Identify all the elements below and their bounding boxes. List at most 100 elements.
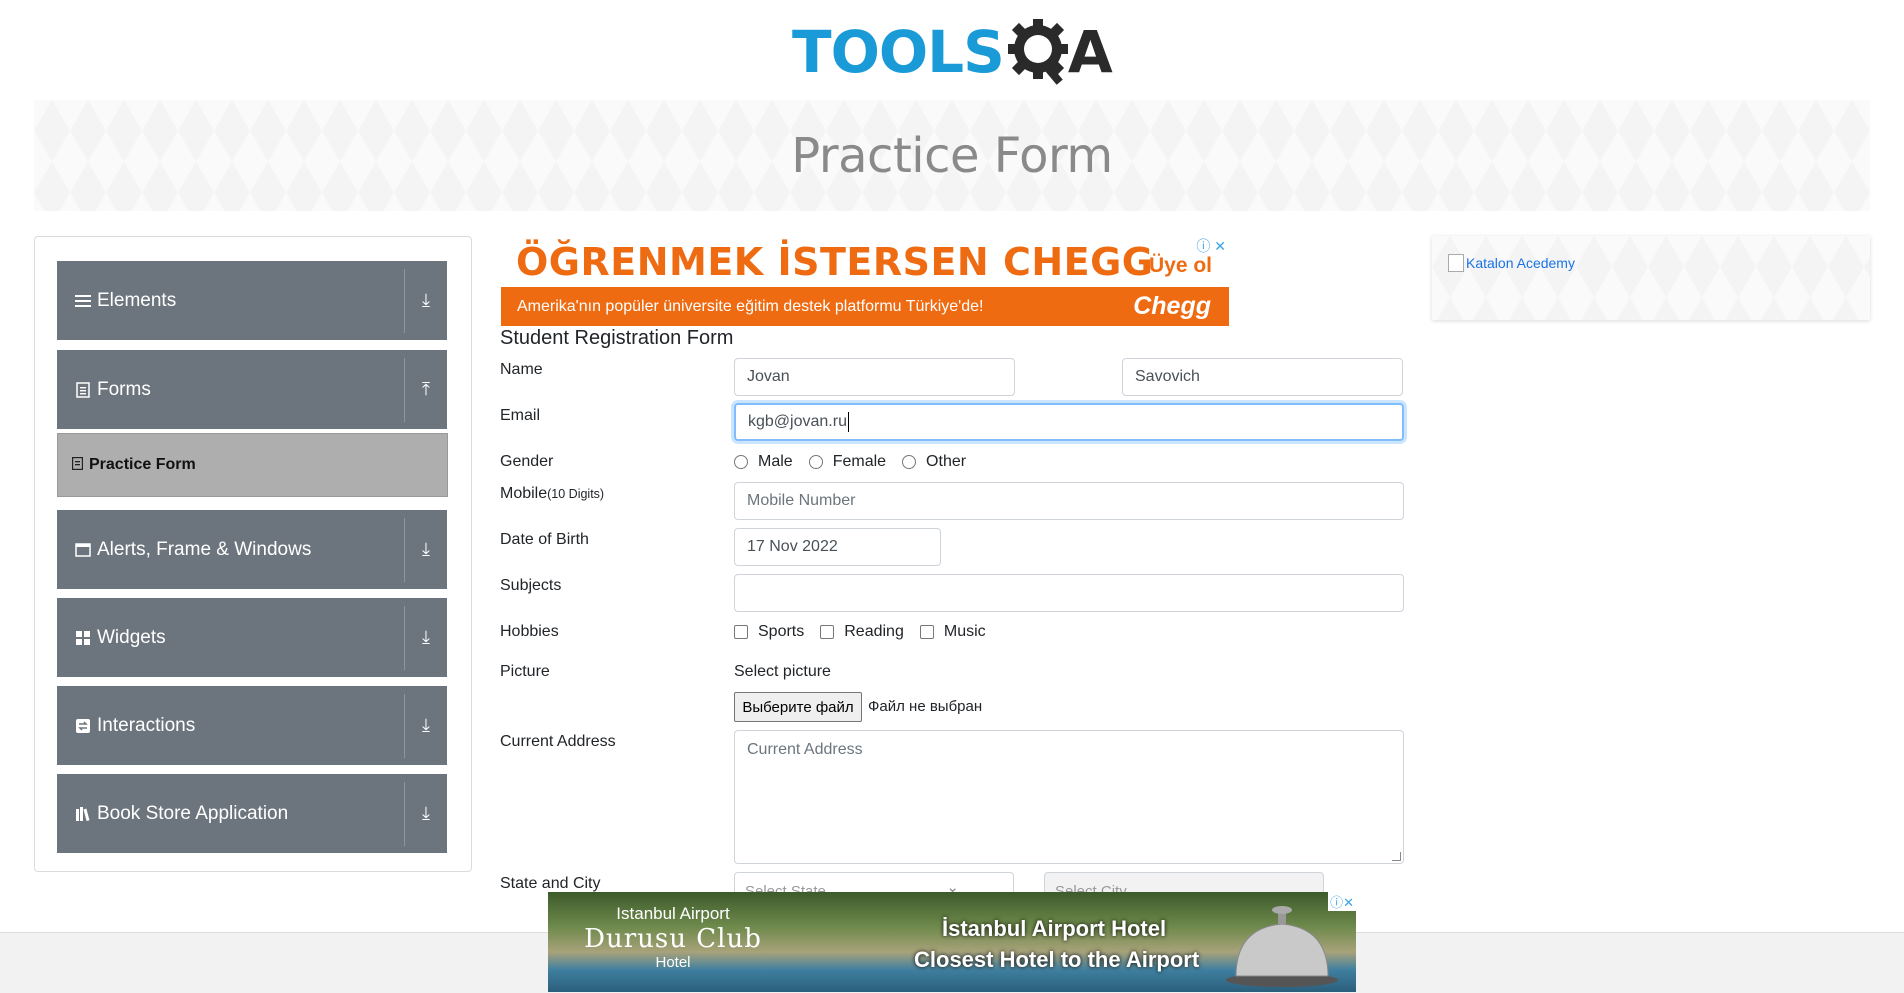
mobile-label: Mobile(10 Digits): [500, 485, 604, 503]
form-icon: [71, 456, 84, 473]
radio-label: Other: [926, 453, 967, 470]
email-label: Email: [500, 407, 541, 424]
ad-headline: ÖĞRENMEK İSTERSEN CHEGG: [516, 240, 1154, 284]
books-icon: [75, 806, 91, 822]
gender-male-option[interactable]: Male: [734, 453, 793, 471]
radio-label: Female: [832, 453, 887, 470]
hotel-logo-line1: Istanbul Airport: [616, 904, 730, 923]
hotel-logo: Istanbul Airport Durusu Club Hotel: [558, 904, 788, 971]
gender-label: Gender: [500, 453, 554, 470]
current-address-textarea[interactable]: Current Address: [734, 730, 1404, 864]
expand-down-icon[interactable]: ⤓: [405, 715, 447, 736]
hobby-reading-option[interactable]: Reading: [820, 623, 904, 641]
date-of-birth-input[interactable]: 17 Nov 2022: [734, 528, 941, 566]
ad-headline: İstanbul Airport Hotel: [942, 916, 1167, 941]
ad-choices-icon[interactable]: ⓘ ✕: [1196, 236, 1226, 256]
hobby-music-option[interactable]: Music: [919, 623, 986, 641]
mobile-input[interactable]: Mobile Number: [734, 482, 1404, 520]
select-picture-label: Select picture: [734, 663, 831, 680]
expand-down-icon[interactable]: ⤓: [405, 627, 447, 648]
email-value: kgb@jovan.ru: [748, 413, 847, 430]
gender-radio-group: Male Female Other: [734, 453, 982, 471]
hotel-ad-banner[interactable]: Istanbul Airport Durusu Club Hotel İstan…: [548, 892, 1356, 992]
window-icon: [75, 542, 91, 558]
logo-gear-icon: [1007, 19, 1068, 85]
logo-suffix: A: [1067, 18, 1113, 86]
email-input[interactable]: kgb@jovan.ru: [734, 403, 1404, 441]
name-label: Name: [500, 361, 543, 378]
gender-female-option[interactable]: Female: [808, 453, 887, 471]
radio-label: Male: [758, 453, 793, 470]
hotel-logo-line2: Durusu Club: [584, 924, 762, 954]
text-cursor: [847, 412, 849, 432]
ad-alt-text: Katalon Acedemy: [1466, 255, 1575, 271]
sidebar-group-forms[interactable]: Forms ⤒: [57, 350, 447, 429]
radio-button[interactable]: [808, 455, 823, 469]
logo-text: TOOLS: [792, 18, 1005, 86]
checkbox[interactable]: [820, 625, 835, 639]
sidebar-group-alerts[interactable]: Alerts, Frame & Windows ⤓: [57, 510, 447, 589]
address-label: Current Address: [500, 733, 616, 750]
expand-down-icon[interactable]: ⤓: [405, 803, 447, 824]
ad-subheadline: Closest Hotel to the Airport: [914, 947, 1200, 972]
sidebar-group-label: Forms: [97, 378, 151, 400]
menu-icon: [75, 293, 91, 309]
service-bell-icon: [1226, 906, 1338, 987]
first-name-input[interactable]: Jovan: [734, 358, 1015, 396]
checkbox-label: Reading: [844, 623, 904, 640]
file-status: Файл не выбран: [868, 698, 983, 715]
sidebar-group-widgets[interactable]: Widgets ⤓: [57, 598, 447, 677]
state-city-label: State and City: [500, 875, 601, 892]
form-title: Student Registration Form: [500, 327, 734, 349]
address-placeholder: Current Address: [747, 741, 863, 758]
expand-down-icon[interactable]: ⤓: [405, 539, 447, 560]
gender-other-option[interactable]: Other: [902, 453, 966, 471]
ad-tagline: Amerika'nın popüler üniversite eğitim de…: [517, 297, 984, 315]
sidebar-group-interactions[interactable]: Interactions ⤓: [57, 686, 447, 765]
radio-button[interactable]: [734, 455, 748, 469]
sidebar-group-label: Widgets: [97, 626, 166, 648]
dob-label: Date of Birth: [500, 531, 589, 548]
sidebar-group-label: Interactions: [97, 714, 196, 736]
mobile-hint: (10 Digits): [547, 487, 605, 501]
document-icon: [75, 381, 91, 398]
resize-handle[interactable]: [1392, 852, 1401, 861]
toolsqa-logo[interactable]: TOOLS A: [792, 12, 1113, 92]
page-title: Practice Form: [791, 127, 1113, 184]
ad-close-icon[interactable]: ⓘ✕: [1328, 892, 1356, 911]
ad-brand: Chegg: [1133, 292, 1211, 320]
sidebar-group-label: Alerts, Frame & Windows: [97, 538, 312, 560]
mobile-label-text: Mobile: [500, 485, 548, 502]
sidebar-group-elements[interactable]: Elements ⤓: [57, 261, 447, 340]
checkbox[interactable]: [734, 625, 748, 639]
radio-button[interactable]: [902, 455, 917, 469]
interaction-icon: [75, 718, 91, 734]
choose-file-button[interactable]: Выберите файл: [734, 692, 862, 722]
hotel-logo-line3: Hotel: [655, 954, 691, 971]
sidebar-group-label: Book Store Application: [97, 802, 289, 824]
sidebar-group-book-store[interactable]: Book Store Application ⤓: [57, 774, 447, 853]
last-name-input[interactable]: Savovich: [1122, 358, 1403, 396]
ad-bar: Amerika'nın popüler üniversite eğitim de…: [501, 287, 1229, 326]
page-banner: Practice Form: [34, 100, 1870, 211]
ad-cta[interactable]: Üye ol: [1149, 254, 1212, 278]
broken-image-icon: [1448, 254, 1464, 272]
checkbox-label: Sports: [758, 623, 805, 640]
katalon-ad[interactable]: Katalon Acedemy: [1432, 236, 1870, 320]
sidebar-item-practice-form[interactable]: Practice Form: [57, 433, 448, 497]
broken-image[interactable]: Katalon Acedemy: [1448, 254, 1575, 272]
picture-label: Picture: [500, 663, 550, 680]
subjects-input[interactable]: [734, 574, 1404, 612]
hobby-sports-option[interactable]: Sports: [734, 623, 804, 641]
hobbies-checkbox-group: Sports Reading Music: [734, 623, 1002, 641]
grid-icon: [75, 630, 91, 646]
collapse-up-icon[interactable]: ⤒: [405, 379, 447, 400]
expand-down-icon[interactable]: ⤓: [405, 290, 447, 311]
checkbox-label: Music: [943, 623, 986, 640]
checkbox[interactable]: [919, 625, 934, 639]
sidebar-item-label: Practice Form: [89, 456, 196, 473]
sidebar: Elements ⤓ Forms ⤒ Practice Form Alerts,…: [34, 236, 472, 872]
hobbies-label: Hobbies: [500, 623, 559, 640]
chegg-ad-banner[interactable]: ÖĞRENMEK İSTERSEN CHEGG ⓘ ✕ Üye ol Ameri…: [500, 236, 1230, 326]
subjects-label: Subjects: [500, 577, 562, 594]
